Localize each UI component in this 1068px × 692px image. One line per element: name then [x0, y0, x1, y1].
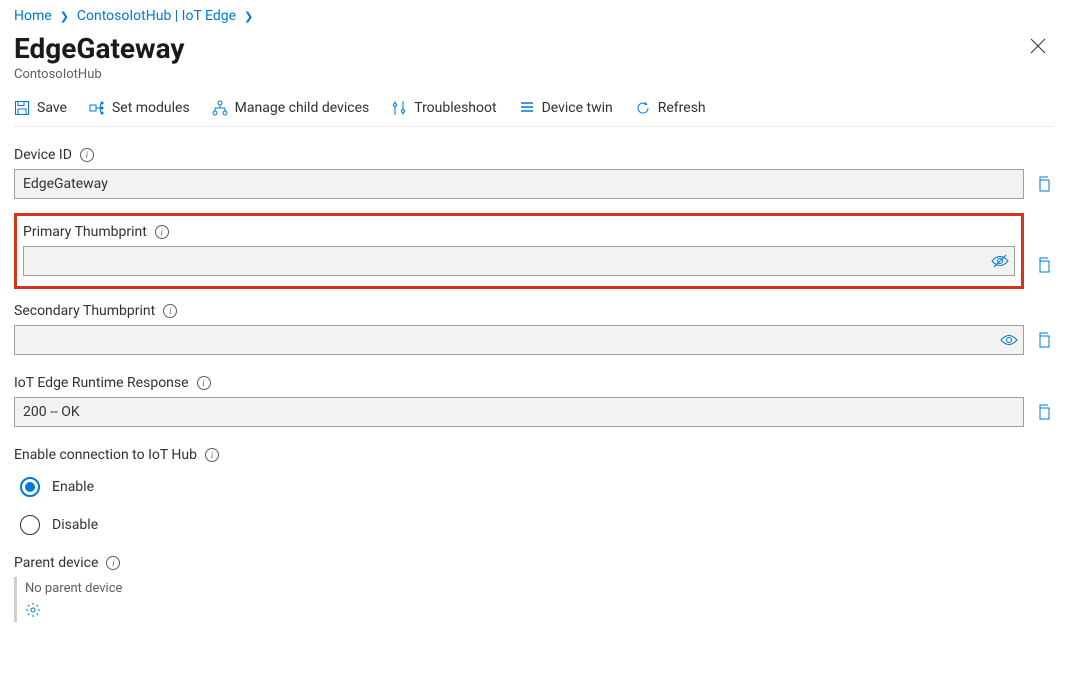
- copy-icon: [1036, 176, 1052, 192]
- device-id-block: Device ID i EdgeGateway: [14, 147, 1054, 199]
- primary-thumbprint-highlight: Primary Thumbprint i: [14, 213, 1024, 289]
- primary-thumb-label-row: Primary Thumbprint i: [23, 224, 1015, 240]
- primary-thumb-input[interactable]: [23, 246, 1015, 276]
- modules-icon: [89, 100, 105, 116]
- parent-settings-button[interactable]: [25, 602, 41, 618]
- radio-disable[interactable]: Disable: [20, 515, 1054, 535]
- device-id-input[interactable]: EdgeGateway: [14, 169, 1024, 199]
- manage-child-button[interactable]: Manage child devices: [212, 100, 370, 116]
- primary-thumb-label: Primary Thumbprint: [23, 224, 147, 240]
- parent-label: Parent device: [14, 555, 98, 571]
- breadcrumb-hub[interactable]: ContosoIotHub | IoT Edge: [77, 8, 236, 24]
- radio-disable-label: Disable: [52, 517, 98, 533]
- info-icon[interactable]: i: [106, 556, 120, 570]
- info-icon[interactable]: i: [205, 448, 219, 462]
- connection-radio-group: Enable Disable: [14, 477, 1054, 535]
- copy-icon: [1036, 257, 1052, 273]
- parent-device-box: No parent device: [14, 577, 1054, 622]
- runtime-label: IoT Edge Runtime Response: [14, 375, 189, 391]
- reveal-primary-button[interactable]: [991, 252, 1009, 270]
- set-modules-button[interactable]: Set modules: [89, 100, 190, 116]
- secondary-thumb-input[interactable]: [14, 325, 1024, 355]
- gear-icon: [25, 602, 41, 618]
- parent-label-row: Parent device i: [14, 555, 1054, 571]
- page-subtitle: ContosoIotHub: [14, 67, 184, 82]
- connection-block: Enable connection to IoT Hub i Enable Di…: [14, 447, 1054, 535]
- save-label: Save: [37, 100, 67, 116]
- secondary-thumb-label: Secondary Thumbprint: [14, 303, 155, 319]
- manage-child-label: Manage child devices: [235, 100, 370, 116]
- toolbar: Save Set modules Manage child devices Tr…: [14, 100, 1054, 127]
- list-icon: [519, 100, 535, 116]
- info-icon[interactable]: i: [80, 148, 94, 162]
- radio-enable-label: Enable: [52, 479, 94, 495]
- save-icon: [14, 100, 30, 116]
- parent-device-text: No parent device: [25, 581, 1054, 596]
- reveal-secondary-button[interactable]: [1000, 331, 1018, 349]
- close-button[interactable]: [1022, 34, 1054, 58]
- info-icon[interactable]: i: [155, 225, 169, 239]
- parent-block: Parent device i No parent device: [14, 555, 1054, 622]
- hierarchy-icon: [212, 100, 228, 116]
- chevron-right-icon: ❯: [60, 10, 69, 23]
- save-button[interactable]: Save: [14, 100, 67, 116]
- breadcrumb-home[interactable]: Home: [14, 8, 52, 24]
- radio-unselected-icon: [20, 515, 40, 535]
- device-id-label-row: Device ID i: [14, 147, 1054, 163]
- device-id-label: Device ID: [14, 147, 72, 163]
- secondary-thumb-label-row: Secondary Thumbprint i: [14, 303, 1054, 319]
- page-header: EdgeGateway ContosoIotHub: [14, 34, 1054, 82]
- refresh-button[interactable]: Refresh: [635, 100, 706, 116]
- refresh-icon: [635, 100, 651, 116]
- info-icon[interactable]: i: [163, 304, 177, 318]
- set-modules-label: Set modules: [112, 100, 190, 116]
- device-twin-button[interactable]: Device twin: [519, 100, 613, 116]
- copy-runtime-button[interactable]: [1034, 402, 1054, 422]
- copy-secondary-button[interactable]: [1034, 330, 1054, 350]
- runtime-label-row: IoT Edge Runtime Response i: [14, 375, 1054, 391]
- breadcrumb: Home ❯ ContosoIotHub | IoT Edge ❯: [14, 6, 1054, 34]
- device-twin-label: Device twin: [542, 100, 613, 116]
- troubleshoot-button[interactable]: Troubleshoot: [391, 100, 496, 116]
- chevron-right-icon: ❯: [244, 10, 253, 23]
- secondary-thumb-block: Secondary Thumbprint i: [14, 303, 1054, 355]
- connection-label-row: Enable connection to IoT Hub i: [14, 447, 1054, 463]
- sliders-icon: [391, 100, 407, 116]
- info-icon[interactable]: i: [197, 376, 211, 390]
- copy-device-id-button[interactable]: [1034, 174, 1054, 194]
- copy-primary-button[interactable]: [1034, 255, 1054, 275]
- runtime-block: IoT Edge Runtime Response i 200 -- OK: [14, 375, 1054, 427]
- copy-icon: [1036, 332, 1052, 348]
- page-title: EdgeGateway: [14, 34, 184, 65]
- eye-hidden-icon: [991, 254, 1009, 268]
- troubleshoot-label: Troubleshoot: [414, 100, 496, 116]
- close-icon: [1030, 38, 1046, 54]
- refresh-label: Refresh: [658, 100, 706, 116]
- runtime-input[interactable]: 200 -- OK: [14, 397, 1024, 427]
- radio-enable[interactable]: Enable: [20, 477, 1054, 497]
- eye-icon: [1000, 333, 1018, 347]
- copy-icon: [1036, 404, 1052, 420]
- radio-selected-icon: [20, 477, 40, 497]
- connection-label: Enable connection to IoT Hub: [14, 447, 197, 463]
